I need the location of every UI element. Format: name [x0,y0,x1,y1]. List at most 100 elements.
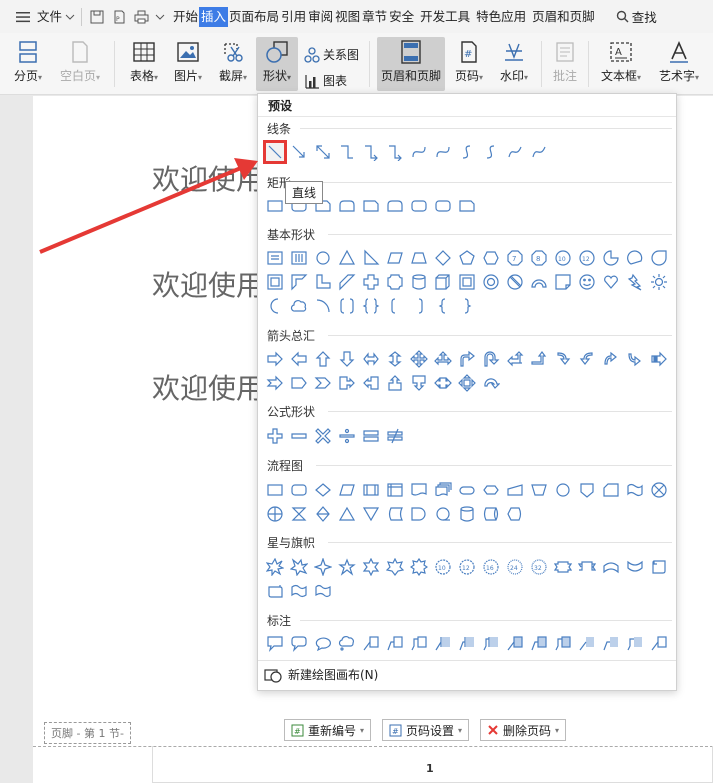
shape-diagstripe-icon[interactable] [335,270,359,294]
shape-halfframe-icon[interactable] [287,270,311,294]
shape-st-cribbon2-icon[interactable] [623,555,647,579]
shape-ar-curvu-icon[interactable] [599,347,623,371]
shape-ar-calll-icon[interactable] [359,371,383,395]
shape-ar-pentagon-icon[interactable] [287,371,311,395]
shape-co-l1-icon[interactable] [359,631,383,655]
shape-roundtop-icon[interactable] [335,194,359,218]
shape-st-6-icon[interactable] [359,555,383,579]
header-footer-button[interactable]: 页眉和页脚 [377,37,445,91]
shape-diamond-icon[interactable] [431,246,455,270]
shape-para-icon[interactable] [383,246,407,270]
shape-eq-icon[interactable] [359,424,383,448]
tab-developer[interactable]: 开发工具 [419,7,471,27]
shape-fc-term-icon[interactable] [455,478,479,502]
tab-insert[interactable]: 插入 [199,6,229,27]
screenshot-button[interactable]: 截屏▾ [212,37,254,91]
shape-st-ribbon2-icon[interactable] [575,555,599,579]
shape-n7-icon[interactable]: 7 [503,246,527,270]
shape-ar-chevron-icon[interactable] [311,371,335,395]
shape-fc-man-icon[interactable] [503,478,527,502]
textbox-button[interactable]: A 文本框▾ [596,37,646,91]
shape-smile-icon[interactable] [575,270,599,294]
watermark-button[interactable]: 水印▾ [493,37,535,91]
tab-review[interactable]: 审阅 [307,7,334,27]
shape-cube-icon[interactable] [431,270,455,294]
blank-page-button[interactable]: 空白页▾ [53,37,107,91]
shape-st-10-icon[interactable]: 10 [431,555,455,579]
shape-st-4-icon[interactable] [311,555,335,579]
shape-circle-icon[interactable] [311,246,335,270]
shape-co-a2-icon[interactable] [527,631,551,655]
page-break-button[interactable]: 分页▾ [8,37,48,91]
tab-security[interactable]: 安全 [388,7,415,27]
delete-page-number-button[interactable]: 删除页码 ▾ [480,719,567,741]
shape-pent-icon[interactable] [455,246,479,270]
shape-snip-icon[interactable] [359,194,383,218]
shape-lbrkt-icon[interactable] [383,294,407,318]
shape-lshape-icon[interactable] [311,270,335,294]
shape-fc-proc-icon[interactable] [263,478,287,502]
shape-st-ex2-icon[interactable] [287,555,311,579]
wordart-button[interactable]: 艺术字▾ [652,37,706,91]
shape-dblarrow-icon[interactable] [311,140,335,164]
tab-home[interactable]: 开始 [172,7,199,27]
shape-heart-icon[interactable] [599,270,623,294]
shape-fc-collate-icon[interactable] [287,502,311,526]
shape-dbrace-icon[interactable] [359,294,383,318]
shape-co-n3-icon[interactable] [623,631,647,655]
shape-fc-extract-icon[interactable] [335,502,359,526]
file-menu[interactable]: 文件 [36,7,63,27]
shape-plus-icon[interactable] [263,424,287,448]
shape-st-ex1-icon[interactable] [263,555,287,579]
shape-fc-stored-icon[interactable] [383,502,407,526]
shape-sun-icon[interactable] [647,270,671,294]
shape-minus-icon[interactable] [287,424,311,448]
shape-ar-calld-icon[interactable] [407,371,431,395]
shape-st-hscroll-icon[interactable] [263,579,287,603]
tab-page-layout[interactable]: 页面布局 [228,7,280,27]
shape-ar-tri-icon[interactable] [431,347,455,371]
shape-tri-icon[interactable] [335,246,359,270]
shape-co-rect-icon[interactable] [263,631,287,655]
print-icon[interactable] [130,7,152,27]
shape-co-l3-icon[interactable] [407,631,431,655]
shape-moon-icon[interactable] [263,294,287,318]
shape-co-b1-icon[interactable] [431,631,455,655]
page-number-button[interactable]: # 页码▾ [448,37,490,91]
shape-fc-or-icon[interactable] [263,502,287,526]
shape-tear-icon[interactable] [647,246,671,270]
shape-div-icon[interactable] [335,424,359,448]
shape-ar-callr-icon[interactable] [335,371,359,395]
export-pdf-icon[interactable]: P [108,7,130,27]
shape-fc-manop-icon[interactable] [527,478,551,502]
shape-rbrkt-icon[interactable] [407,294,431,318]
shape-ar-r-icon[interactable] [263,347,287,371]
shape-rrect-icon[interactable] [407,194,431,218]
shape-st-wave-icon[interactable] [287,579,311,603]
shape-pie-icon[interactable] [599,246,623,270]
shape-fc-predef-icon[interactable] [359,478,383,502]
shape-fc-multi-icon[interactable] [431,478,455,502]
shape-free-icon[interactable] [503,140,527,164]
shape-can-icon[interactable] [407,270,431,294]
shape-hex-icon[interactable] [479,246,503,270]
shapes-button[interactable]: 形状▾ [256,37,298,91]
shape-fc-alt-icon[interactable] [287,478,311,502]
shape-fc-conn-icon[interactable] [551,478,575,502]
tab-references[interactable]: 引用 [280,7,307,27]
shape-ar-calllr-icon[interactable] [431,371,455,395]
shape-ar-callquad-icon[interactable] [455,371,479,395]
shape-ar-bentup-icon[interactable] [527,347,551,371]
shape-mult-icon[interactable] [311,424,335,448]
tab-view[interactable]: 视图 [334,7,361,27]
hamburger-menu-icon[interactable] [12,7,34,27]
shape-text-icon[interactable] [263,246,287,270]
shape-rtri-icon[interactable] [359,246,383,270]
shape-chord-icon[interactable] [623,246,647,270]
shape-fc-delay-icon[interactable] [407,502,431,526]
shape-elbowarrow-icon[interactable] [359,140,383,164]
shape-curve-icon[interactable] [407,140,431,164]
comment-button[interactable]: 批注 [547,37,583,91]
shape-st-12-icon[interactable]: 12 [455,555,479,579]
shape-fc-dec-icon[interactable] [311,478,335,502]
